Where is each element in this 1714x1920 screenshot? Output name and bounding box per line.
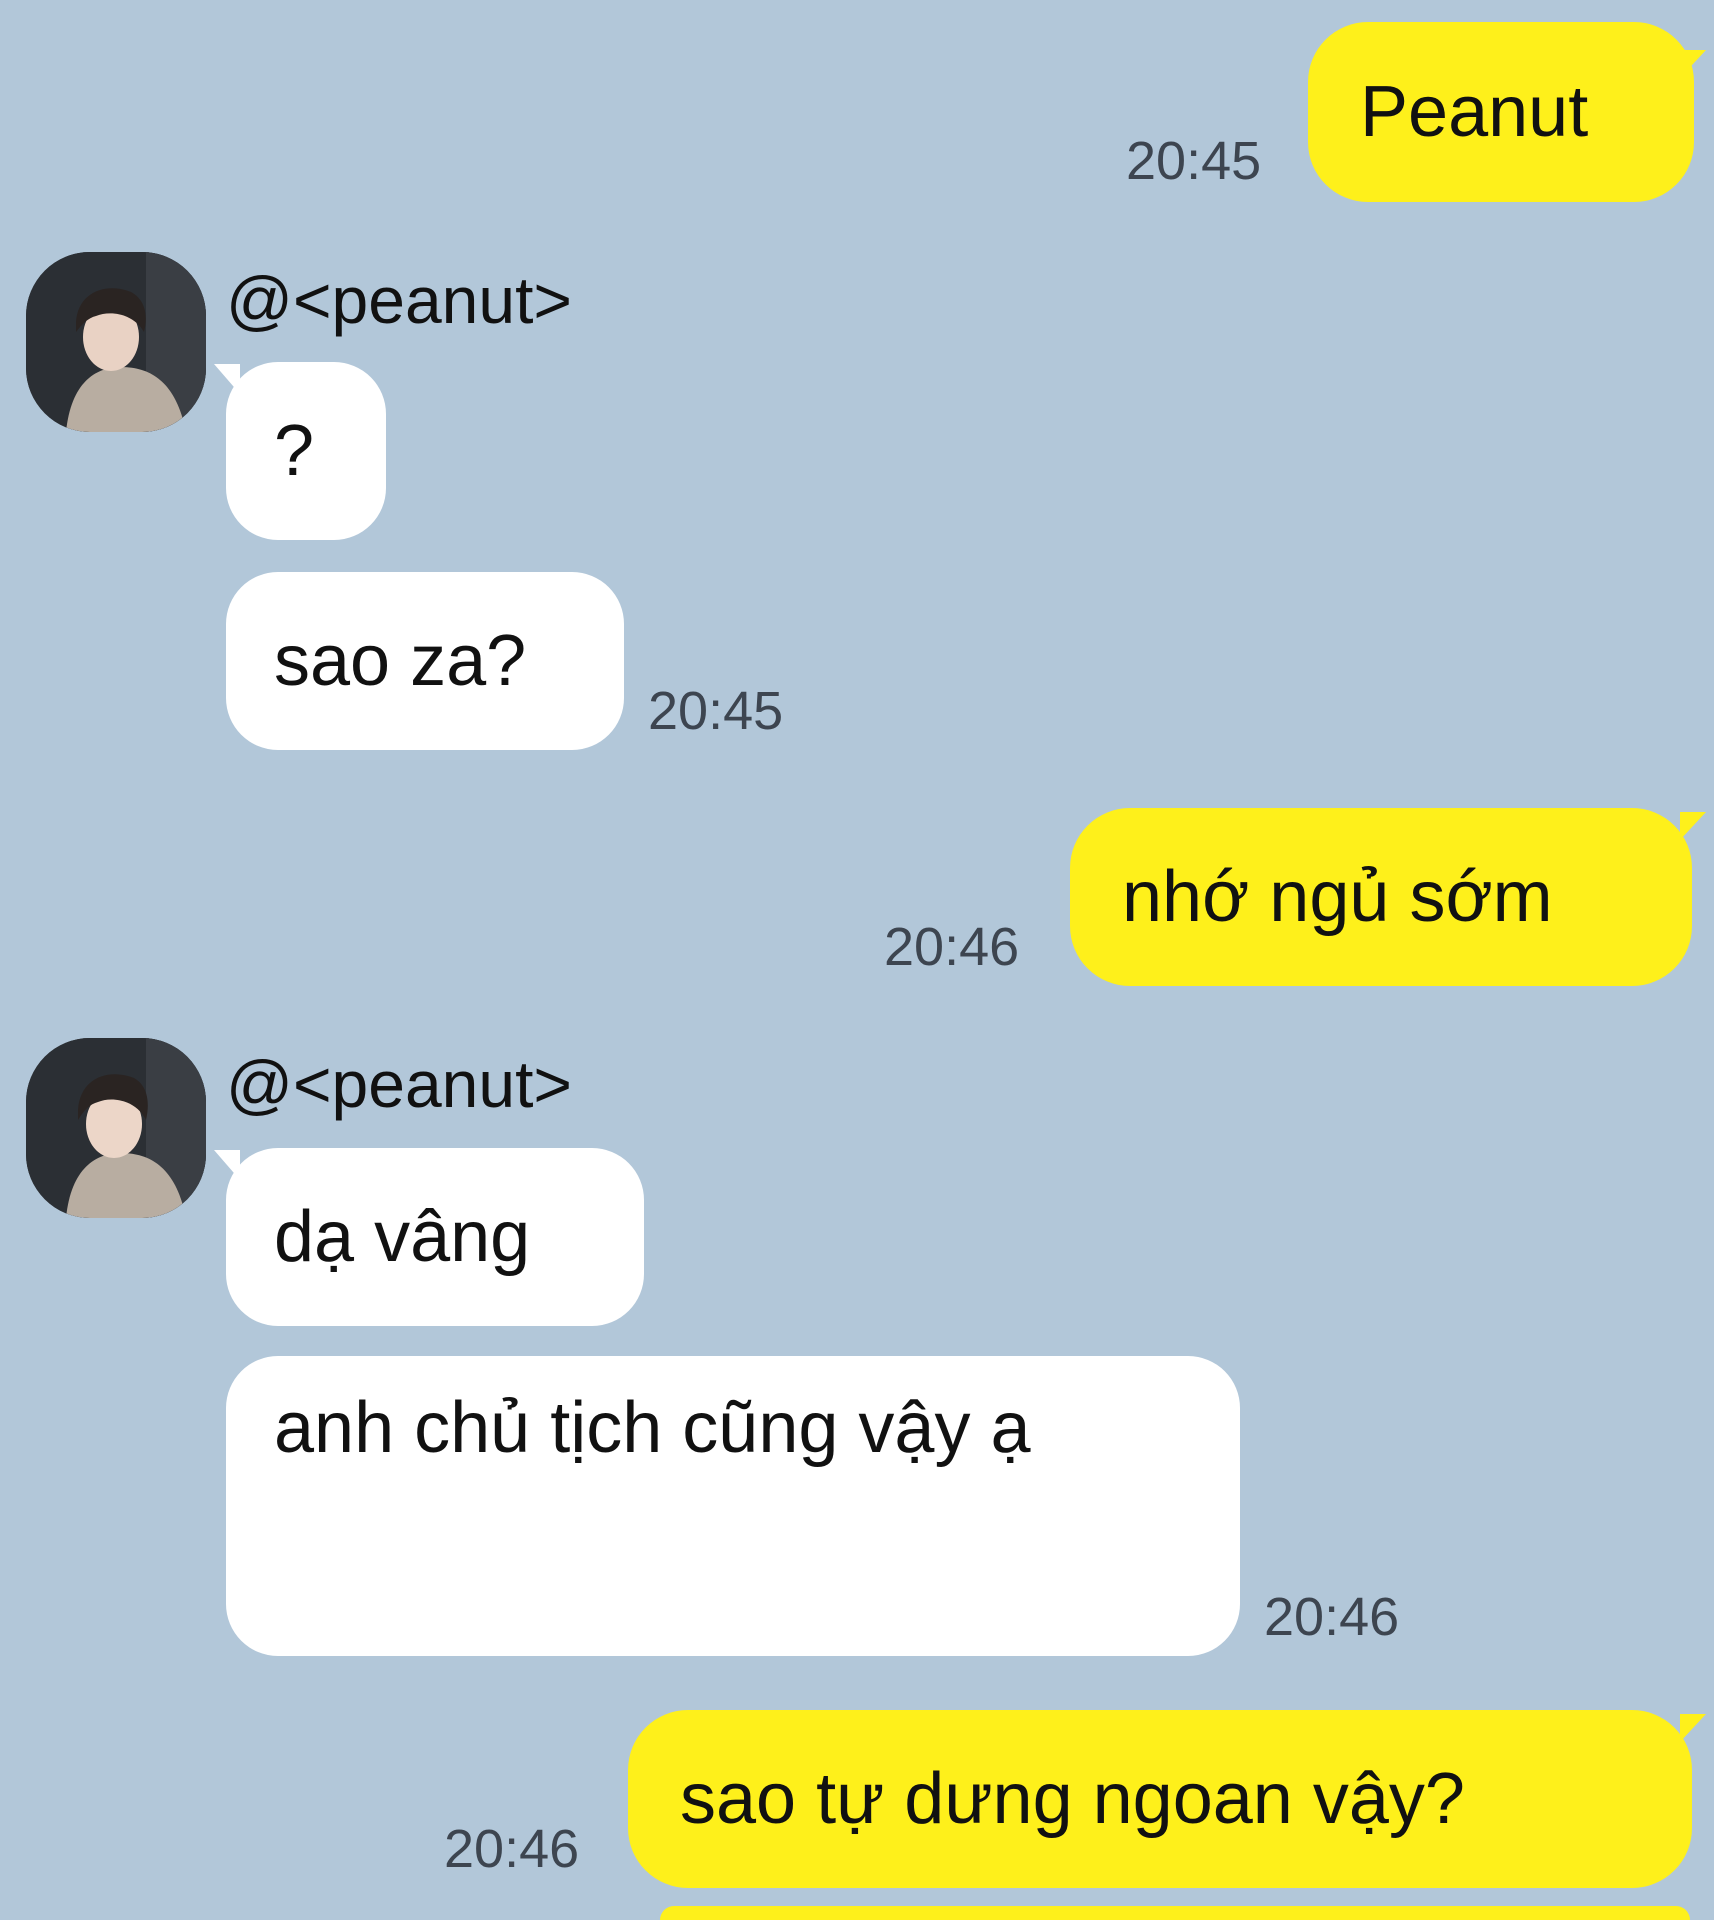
message-text: dạ vâng: [274, 1197, 531, 1277]
message-timestamp: 20:45: [1126, 131, 1262, 191]
outgoing-message-bubble[interactable]: Peanut: [1308, 22, 1694, 202]
message-timestamp: 20:46: [1264, 1587, 1400, 1647]
outgoing-message-bubble[interactable]: nhớ ngủ sớm: [1070, 808, 1692, 986]
message-text: nhớ ngủ sớm: [1122, 857, 1553, 937]
outgoing-message-bubble[interactable]: sao tự dưng ngoan vậy?: [628, 1710, 1692, 1888]
message-text: anh chủ tịch cũng vậy ạ: [274, 1388, 1031, 1468]
incoming-message-bubble[interactable]: anh chủ tịch cũng vậy ạ: [226, 1356, 1240, 1656]
bubble-tail: [1680, 812, 1706, 840]
contact-avatar[interactable]: [26, 252, 206, 432]
avatar-photo-icon: [26, 1038, 206, 1218]
message-text: sao za?: [274, 621, 527, 701]
sender-name: @<peanut>: [226, 263, 572, 337]
partial-outgoing-bubble: [660, 1906, 1690, 1920]
message-text: Peanut: [1360, 72, 1589, 152]
incoming-message-bubble[interactable]: sao za?: [226, 572, 624, 750]
bubble-tail: [1680, 50, 1706, 78]
contact-avatar[interactable]: [26, 1038, 206, 1218]
message-text: ?: [274, 411, 315, 491]
incoming-message-bubble[interactable]: dạ vâng: [226, 1148, 644, 1326]
message-timestamp: 20:45: [648, 681, 784, 741]
message-timestamp: 20:46: [884, 917, 1020, 977]
sender-name: @<peanut>: [226, 1047, 572, 1121]
message-text: sao tự dưng ngoan vậy?: [680, 1759, 1465, 1839]
incoming-message-bubble[interactable]: ?: [226, 362, 386, 540]
avatar-photo-icon: [26, 252, 206, 432]
message-timestamp: 20:46: [444, 1819, 580, 1879]
bubble-tail: [1680, 1714, 1706, 1742]
